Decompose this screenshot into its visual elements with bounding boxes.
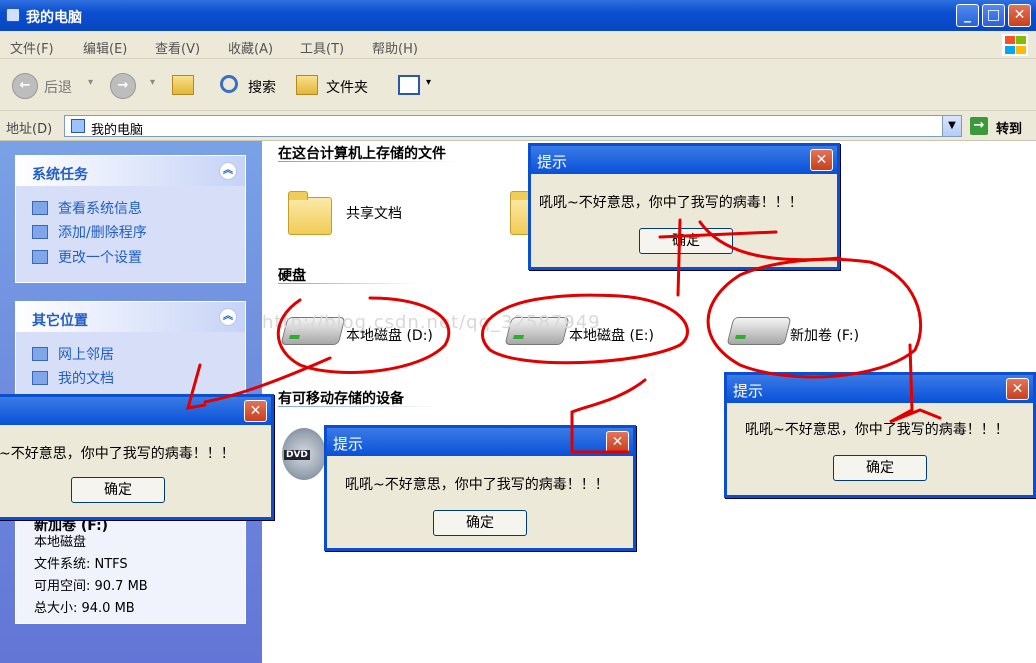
annotation-circle-drive-d [276, 296, 451, 374]
annotation-line [889, 343, 942, 424]
red-annotation-marks [185, 218, 942, 454]
annotation-line [658, 230, 778, 239]
annotation-circle-drive-e [480, 293, 689, 365]
annotation-line [203, 356, 332, 404]
annotation-circle-drive-f [706, 257, 923, 379]
annotation-line [698, 220, 842, 262]
annotation-hook [185, 363, 207, 410]
annotation-line [676, 218, 682, 297]
annotation-line [570, 378, 647, 454]
